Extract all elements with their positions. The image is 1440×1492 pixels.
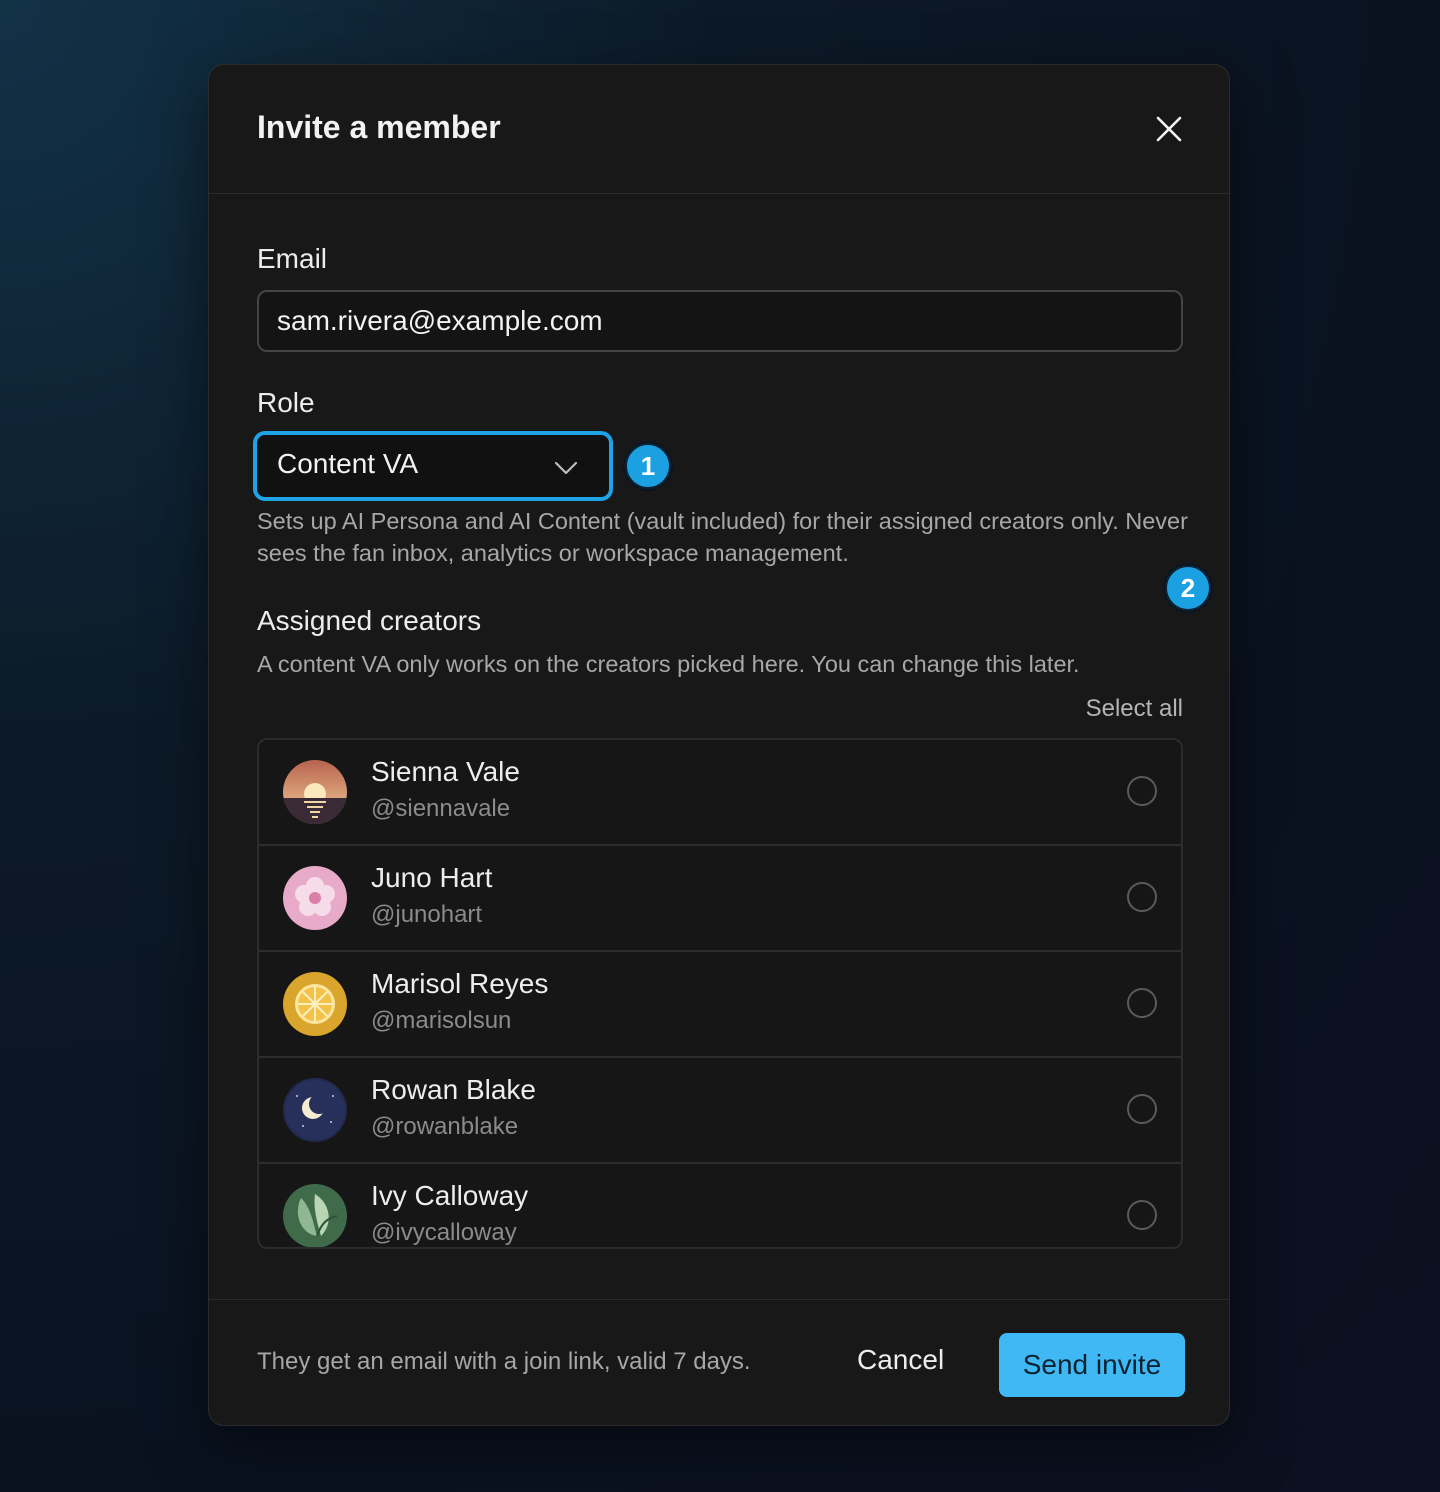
select-all-link[interactable]: Select all: [1039, 695, 1183, 723]
creator-handle: @siennavale: [371, 795, 511, 822]
assigned-creators-title: Assigned creators: [257, 605, 482, 636]
flower-avatar: [283, 866, 347, 930]
email-label: Email: [257, 243, 328, 274]
creator-handle: @rowanblake: [371, 1113, 519, 1140]
creator-name: Juno Hart: [371, 862, 493, 893]
creator-select-radio[interactable]: [1127, 1094, 1157, 1124]
invite-dialog: Invite a member Email sam.rivera@example…: [208, 64, 1230, 1426]
leaf-avatar: [283, 1184, 347, 1247]
dialog-title: Invite a member: [257, 109, 501, 145]
dialog-footer: They get an email with a join link, vali…: [209, 1299, 1229, 1428]
citrus-avatar: [283, 972, 347, 1036]
close-button[interactable]: [1151, 111, 1187, 147]
annotation-marker-2: 2: [1165, 565, 1211, 611]
chevron-down-icon: [554, 461, 578, 475]
creator-row-juno-hart[interactable]: Juno Hart @junohart: [259, 846, 1181, 952]
creator-row-ivy-calloway[interactable]: Ivy Calloway @ivycalloway: [259, 1164, 1181, 1247]
moon-avatar: [283, 1078, 347, 1142]
creator-select-radio[interactable]: [1127, 988, 1157, 1018]
annotation-marker-1: 1: [625, 443, 671, 489]
creator-name: Rowan Blake: [371, 1074, 536, 1105]
creator-handle: @ivycalloway: [371, 1219, 517, 1246]
creator-name: Marisol Reyes: [371, 968, 549, 999]
assigned-creators-subtitle: A content VA only works on the creators …: [257, 651, 1080, 677]
creator-select-radio[interactable]: [1127, 1200, 1157, 1230]
role-select[interactable]: Content VA: [253, 431, 613, 501]
role-select-value: Content VA: [277, 448, 419, 479]
cancel-button[interactable]: Cancel: [857, 1344, 944, 1376]
send-invite-button[interactable]: Send invite: [999, 1333, 1185, 1397]
email-field[interactable]: sam.rivera@example.com: [257, 290, 1183, 352]
creator-list: Sienna Vale @siennavale Juno Hart @junoh…: [257, 738, 1183, 1249]
creator-row-marisol-reyes[interactable]: Marisol Reyes @marisolsun: [259, 952, 1181, 1058]
role-label: Role: [257, 387, 315, 418]
creator-name: Sienna Vale: [371, 756, 520, 787]
invite-validity-note: They get an email with a join link, vali…: [257, 1348, 751, 1375]
creator-select-radio[interactable]: [1127, 776, 1157, 806]
creator-select-radio[interactable]: [1127, 882, 1157, 912]
sunset-avatar: [283, 760, 347, 824]
creator-row-sienna-vale[interactable]: Sienna Vale @siennavale: [259, 740, 1181, 846]
close-icon: [1156, 116, 1182, 142]
creator-handle: @marisolsun: [371, 1007, 512, 1034]
role-description: Sets up AI Persona and AI Content (vault…: [257, 508, 1188, 566]
creator-name: Ivy Calloway: [371, 1180, 529, 1211]
creator-handle: @junohart: [371, 901, 483, 928]
creator-row-rowan-blake[interactable]: Rowan Blake @rowanblake: [259, 1058, 1181, 1164]
dialog-header: Invite a member: [209, 65, 1229, 194]
